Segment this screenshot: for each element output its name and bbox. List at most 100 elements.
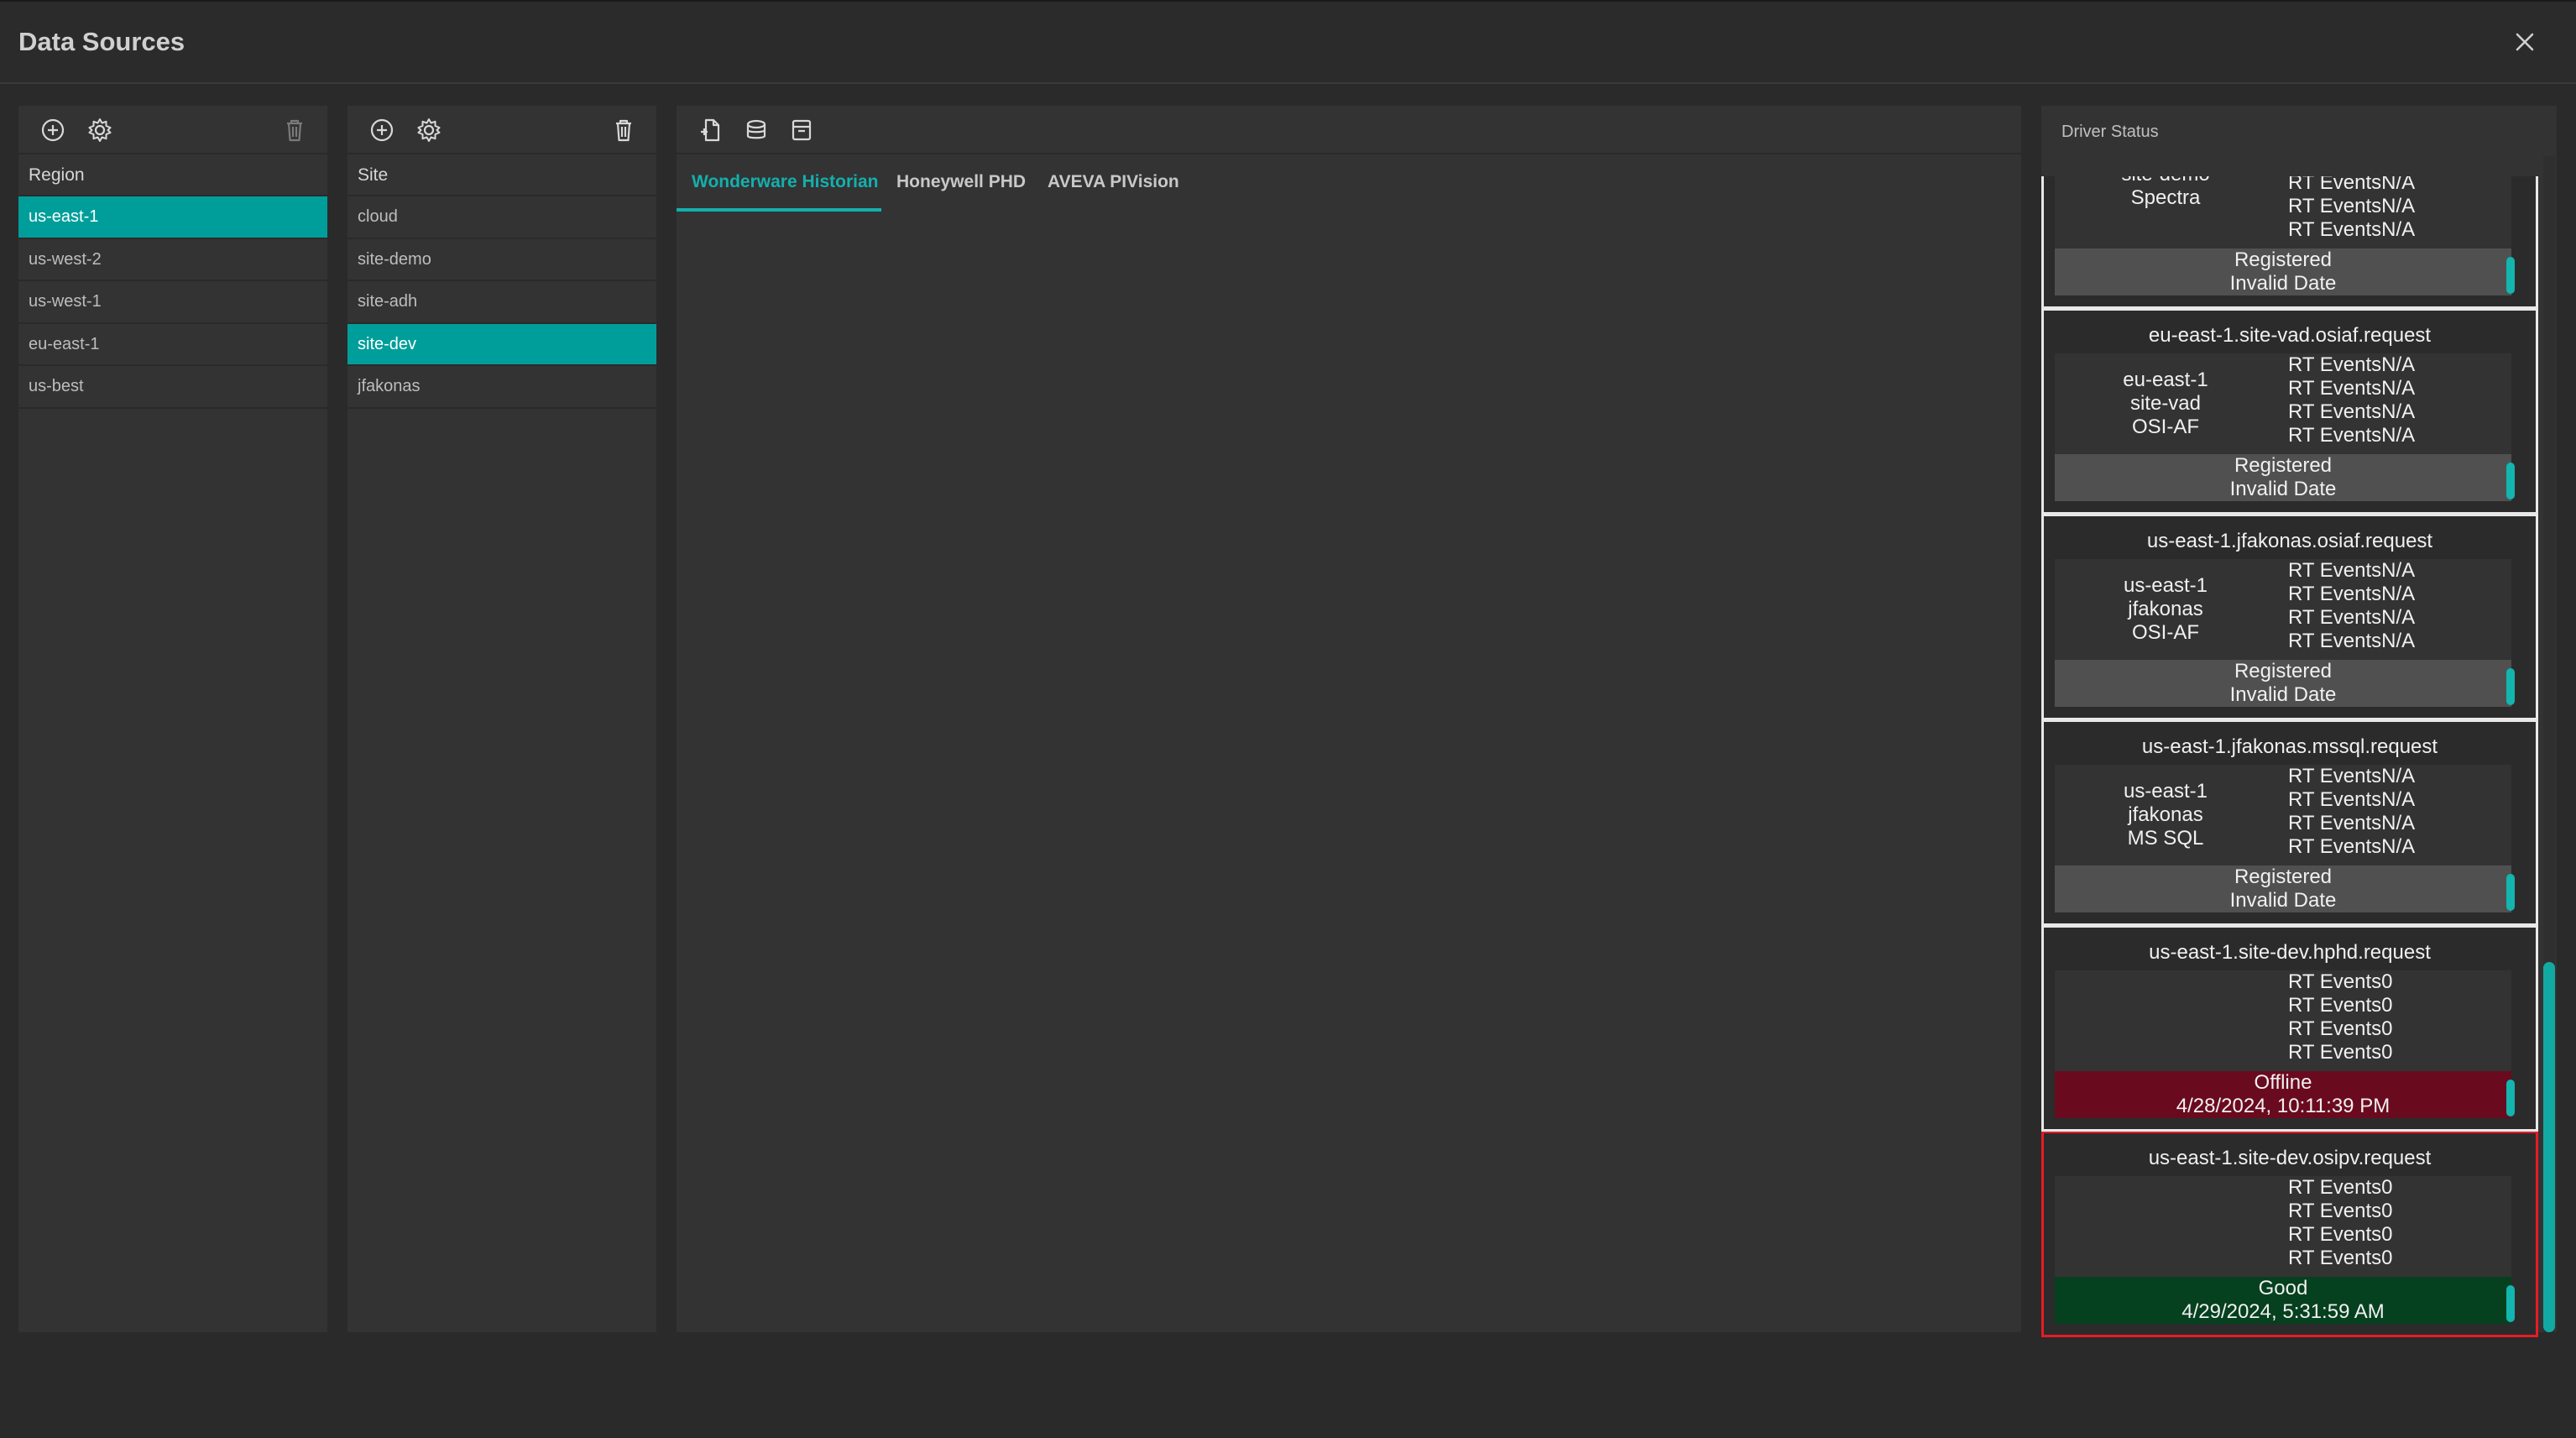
- region-column-header: Region: [18, 154, 327, 196]
- region-item-label: us-west-2: [29, 249, 102, 269]
- site-item-label: cloud: [358, 207, 398, 226]
- status-indicator: [2506, 668, 2515, 705]
- driver-events: RT EventsN/ART EventsN/ART EventsN/ART E…: [2288, 176, 2415, 242]
- driver-status-bar: Registered Invalid Date: [2055, 865, 2515, 912]
- region-item-us-east-1[interactable]: us-east-1: [18, 196, 327, 239]
- driver-info: eu-east-1 site-vad OSI-AF: [2055, 369, 2276, 439]
- driver-name: us-east-1.site-dev.osipv.request: [2148, 1147, 2432, 1169]
- driver-status-scrollbar[interactable]: [2543, 156, 2555, 1332]
- driver-status-card[interactable]: us-east-1.jfakonas.osiaf.request us-east-…: [2041, 515, 2538, 720]
- driver-events: RT EventsN/ART EventsN/ART EventsN/ART E…: [2288, 559, 2415, 653]
- driver-status-date: 4/29/2024, 5:31:59 AM: [2182, 1300, 2385, 1323]
- rt-events-value: RT EventsN/A: [2288, 606, 2416, 629]
- region-item-us-west-1[interactable]: us-west-1: [18, 281, 327, 324]
- delete-region-icon[interactable]: [280, 116, 309, 144]
- driver-status-card[interactable]: site-demoSpectraRT EventsN/ART EventsN/A…: [2041, 176, 2538, 309]
- site-settings-icon[interactable]: [415, 116, 443, 144]
- rt-events-value: RT EventsN/A: [2288, 195, 2416, 217]
- driver-events: RT EventsN/ART EventsN/ART EventsN/ART E…: [2288, 353, 2415, 447]
- tab-label: Wonderware Historian: [692, 172, 879, 191]
- region-header-label: Region: [29, 165, 85, 185]
- add-region-icon[interactable]: [39, 116, 67, 144]
- status-indicator: [2506, 874, 2515, 911]
- driver-status-card[interactable]: us-east-1.site-dev.osipv.request RT Event…: [2041, 1132, 2538, 1337]
- driver-site: site-demo: [2055, 176, 2276, 186]
- site-toolbar: [347, 106, 656, 154]
- driver-details: RT Events0 RT Events0 RT Events0 RT Events0: [2055, 970, 2511, 1071]
- driver-site: jfakonas: [2128, 803, 2203, 826]
- add-site-icon[interactable]: [368, 116, 396, 144]
- archive-icon[interactable]: [787, 116, 816, 144]
- region-item-us-west-2[interactable]: us-west-2: [18, 239, 327, 281]
- driver-details: us-east-1 jfakonas OSI-AF RT EventsN/A RT Ev…: [2055, 559, 2511, 660]
- driver-status-card[interactable]: eu-east-1.site-vad.osiaf.request eu-east-…: [2041, 309, 2538, 515]
- site-item-site-demo[interactable]: site-demo: [347, 239, 656, 281]
- region-item-label: eu-east-1: [29, 334, 100, 353]
- site-item-site-adh[interactable]: site-adh: [347, 281, 656, 324]
- driver-events: RT EventsN/ART EventsN/ART EventsN/ART E…: [2288, 765, 2415, 859]
- rt-events-value: RT EventsN/A: [2288, 424, 2416, 447]
- driver-status-text: Registered: [2234, 865, 2333, 888]
- driver-details: us-east-1 jfakonas MS SQL RT EventsN/A RT Ev…: [2055, 765, 2511, 865]
- driver-site: site-vad: [2129, 392, 2202, 415]
- site-list: cloud site-demo site-adh site-dev jfakon…: [347, 196, 656, 409]
- rt-events-value: RT Events0: [2288, 1017, 2393, 1040]
- region-item-eu-east-1[interactable]: eu-east-1: [18, 324, 327, 366]
- rt-events-value: RT Events0: [2288, 1176, 2393, 1199]
- tab-wonderware-historian[interactable]: Wonderware Historian: [677, 154, 881, 212]
- rt-events-value: RT EventsN/A: [2288, 812, 2416, 834]
- driver-details: site-demoSpectraRT EventsN/ART EventsN/A…: [2055, 176, 2511, 248]
- driver-region: eu-east-1: [2123, 369, 2208, 391]
- driver-status-bar: Registered Invalid Date: [2055, 660, 2515, 707]
- driver-name: us-east-1.site-dev.hphd.request: [2149, 941, 2431, 964]
- driver-status-bar: Offline 4/28/2024, 10:11:39 PM: [2055, 1071, 2515, 1118]
- driver-region: us-east-1: [2123, 574, 2208, 597]
- driver-status-list[interactable]: site-demoSpectraRT EventsN/ART EventsN/A…: [2041, 176, 2547, 1438]
- driver-type: OSI-AF: [2131, 621, 2199, 644]
- driver-status-date: Invalid Date: [2229, 478, 2337, 500]
- delete-site-icon[interactable]: [609, 116, 638, 144]
- driver-site: jfakonas: [2128, 598, 2203, 620]
- site-column-header: Site: [347, 154, 656, 196]
- driver-name: eu-east-1.site-vad.osiaf.request: [2148, 324, 2432, 347]
- rt-events-value: RT Events0: [2288, 1247, 2393, 1269]
- driver-status-card[interactable]: us-east-1.jfakonas.mssql.request us-east-…: [2041, 720, 2538, 926]
- driver-status-text: Registered: [2234, 248, 2333, 271]
- rt-events-value: RT EventsN/A: [2288, 176, 2416, 194]
- close-icon[interactable]: [2508, 25, 2542, 59]
- driver-details: eu-east-1 site-vad OSI-AF RT EventsN/A RT Ev…: [2055, 353, 2511, 454]
- rt-events-value: RT Events0: [2288, 1041, 2393, 1064]
- new-document-icon[interactable]: [697, 116, 725, 144]
- site-panel: Site cloud site-demo site-adh site-dev j…: [347, 106, 656, 1332]
- driver-status-date: Invalid Date: [2229, 683, 2337, 706]
- driver-type: MS SQL: [2127, 827, 2204, 850]
- site-item-jfakonas[interactable]: jfakonas: [347, 366, 656, 409]
- data-source-toolbar: [677, 106, 2021, 154]
- status-indicator: [2506, 1080, 2515, 1116]
- region-item-us-best[interactable]: us-best: [18, 366, 327, 409]
- scrollbar-thumb[interactable]: [2543, 962, 2555, 1332]
- dialog-title: Data Sources: [18, 27, 185, 56]
- database-icon[interactable]: [742, 116, 771, 144]
- site-item-cloud[interactable]: cloud: [347, 196, 656, 239]
- tab-honeywell-phd[interactable]: Honeywell PHD: [896, 154, 1031, 212]
- region-list: us-east-1 us-west-2 us-west-1 eu-east-1 …: [18, 196, 327, 409]
- region-settings-icon[interactable]: [86, 116, 114, 144]
- tab-aveva-pivision[interactable]: AVEVA PIVision: [1048, 154, 1182, 212]
- rt-events-value: RT EventsN/A: [2288, 630, 2416, 652]
- site-header-label: Site: [358, 165, 389, 185]
- driver-region: us-east-1: [2123, 780, 2208, 803]
- driver-status-label: Driver Status: [2061, 123, 2159, 141]
- driver-status-card[interactable]: us-east-1.site-dev.hphd.request RT Events…: [2041, 926, 2538, 1132]
- rt-events-value: RT Events0: [2288, 1200, 2393, 1222]
- dialog-header: Data Sources: [0, 2, 2576, 84]
- driver-name: us-east-1.jfakonas.mssql.request: [2141, 735, 2438, 758]
- rt-events-value: RT EventsN/A: [2288, 788, 2416, 811]
- status-indicator: [2506, 257, 2515, 294]
- status-indicator: [2506, 463, 2515, 499]
- rt-events-value: RT Events0: [2288, 1223, 2393, 1246]
- rt-events-value: RT EventsN/A: [2288, 353, 2416, 376]
- region-item-label: us-west-1: [29, 292, 102, 311]
- site-item-site-dev[interactable]: site-dev: [347, 323, 656, 366]
- rt-events-value: RT Events0: [2288, 994, 2393, 1017]
